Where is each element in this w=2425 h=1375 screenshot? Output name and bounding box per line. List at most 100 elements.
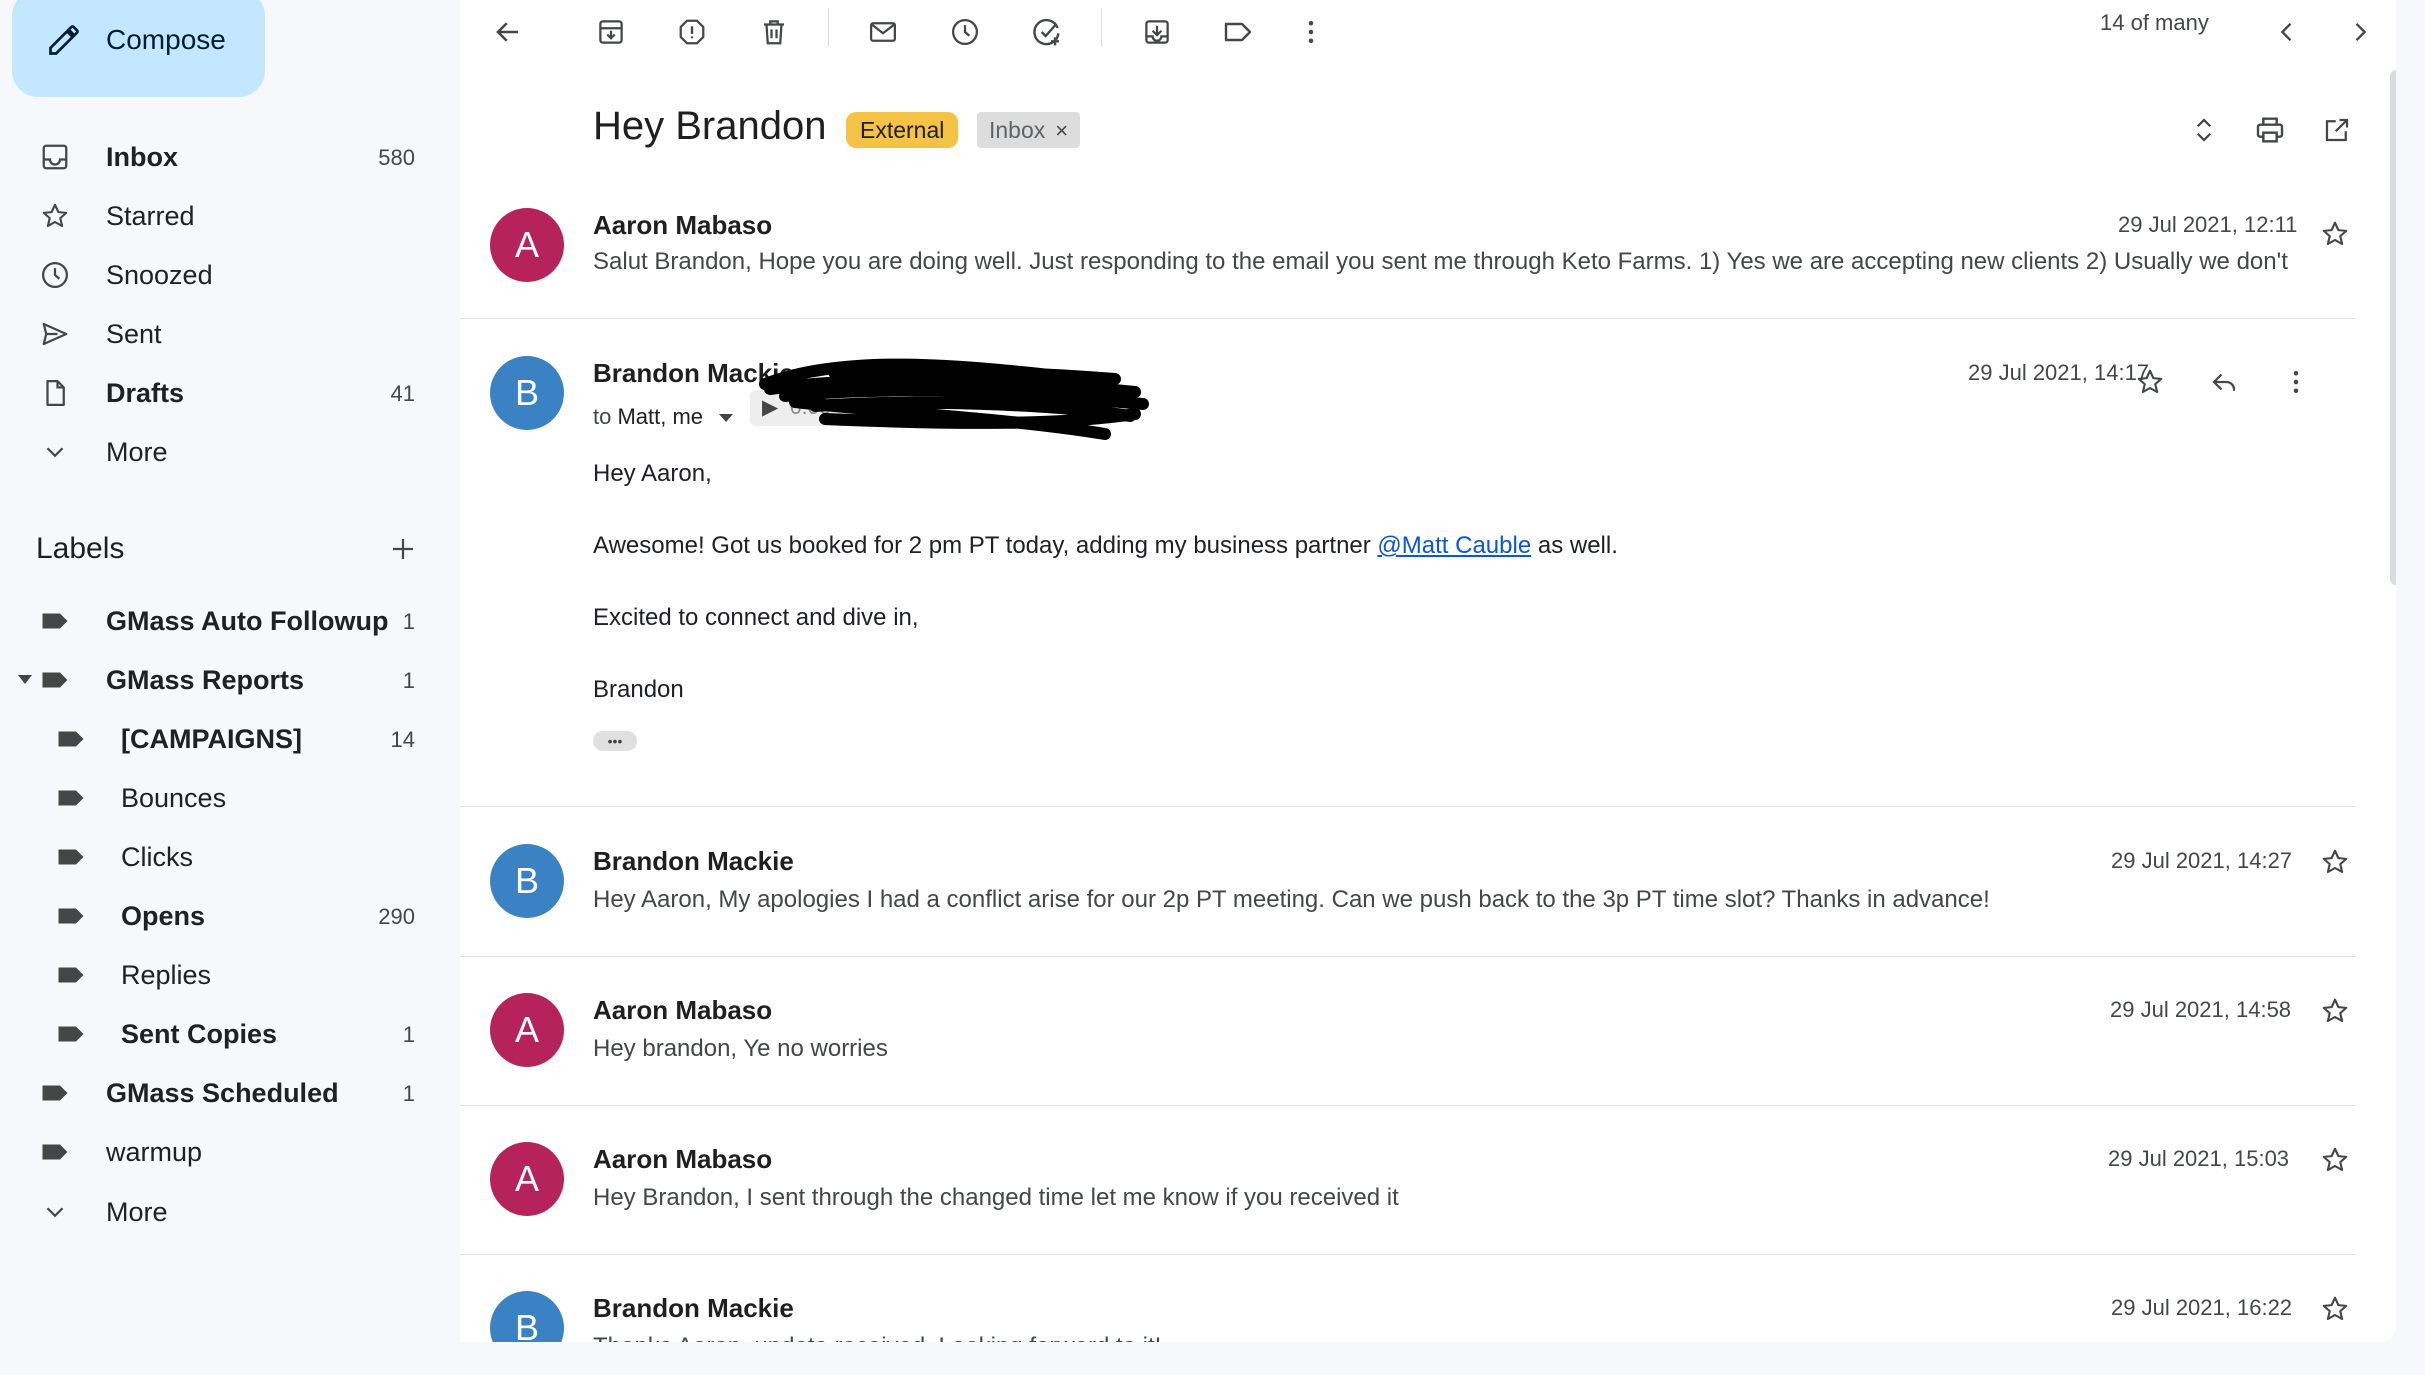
- label-icon: [56, 724, 86, 754]
- more-vert-icon[interactable]: [1287, 8, 1335, 56]
- message-date: 29 Jul 2021, 16:22: [2111, 1295, 2293, 1320]
- message-collapsed[interactable]: A Aaron Mabaso 29 Jul 2021, 14:58 Hey br…: [460, 985, 2356, 1105]
- expand-all-icon[interactable]: [2180, 106, 2228, 154]
- label-gmass-scheduled[interactable]: GMass Scheduled 1: [0, 1066, 430, 1118]
- label-sent-copies[interactable]: Sent Copies 1: [0, 1007, 430, 1059]
- delete-icon[interactable]: [750, 8, 798, 56]
- avatar: A: [490, 1142, 564, 1216]
- star-icon[interactable]: [2311, 210, 2359, 258]
- sender-name: Aaron Mabaso: [593, 210, 773, 240]
- label-icon: [40, 1137, 70, 1167]
- body-text: Awesome! Got us booked for 2 pm PT today…: [593, 532, 1378, 559]
- inbox-icon: [40, 142, 70, 172]
- labels-heading: Labels: [36, 532, 125, 565]
- message-collapsed[interactable]: A Aaron Mabaso 29 Jul 2021, 15:03 Hey Br…: [460, 1134, 2356, 1254]
- toolbar-divider: [828, 8, 829, 46]
- toolbar-divider: [1101, 8, 1102, 46]
- print-icon[interactable]: [2246, 106, 2294, 154]
- label-count: 1: [402, 1022, 415, 1047]
- sidebar-item-drafts[interactable]: Drafts 41: [0, 366, 430, 418]
- recipients: Matt, me: [617, 404, 704, 429]
- star-icon[interactable]: [2311, 1285, 2356, 1333]
- sidebar-item-inbox[interactable]: Inbox 580: [0, 130, 430, 182]
- recipients-line: to Matt, me: [593, 404, 734, 430]
- redaction-scribble: [759, 358, 1149, 440]
- add-label-icon[interactable]: [388, 534, 418, 569]
- sidebar-item-label: Starred: [106, 201, 195, 231]
- avatar: A: [490, 993, 564, 1067]
- star-icon: [40, 201, 70, 231]
- label-icon: [40, 1078, 70, 1108]
- compose-button[interactable]: Compose: [12, 0, 265, 97]
- label-count: 1: [402, 609, 415, 634]
- label-as-icon[interactable]: [1214, 8, 1262, 56]
- label-bounces[interactable]: Bounces: [0, 771, 430, 823]
- labels-more[interactable]: More: [0, 1185, 430, 1237]
- to-prefix: to: [593, 404, 618, 429]
- report-spam-icon[interactable]: [668, 8, 716, 56]
- sender-name: Brandon Mackie: [593, 1293, 794, 1323]
- message-collapsed[interactable]: B Brandon Mackie 29 Jul 2021, 14:27 Hey …: [460, 836, 2356, 956]
- body-paragraph: Awesome! Got us booked for 2 pm PT today…: [593, 532, 1618, 560]
- star-icon[interactable]: [2126, 358, 2174, 406]
- message-divider: [460, 956, 2356, 957]
- caret-down-icon[interactable]: [18, 675, 32, 684]
- star-icon[interactable]: [2311, 838, 2359, 886]
- sender-name: Brandon Mackie: [593, 846, 794, 876]
- sidebar-item-more[interactable]: More: [0, 425, 430, 477]
- label-name: Sent Copies: [121, 1019, 278, 1049]
- mention-link[interactable]: @Matt Cauble: [1377, 532, 1531, 559]
- sidebar-item-label: Snoozed: [106, 260, 213, 290]
- show-trimmed-content-button[interactable]: •••: [593, 731, 637, 751]
- sidebar-item-label: Inbox: [106, 142, 178, 172]
- label-replies[interactable]: Replies: [0, 948, 430, 1000]
- body-paragraph: Excited to connect and dive in,: [593, 604, 919, 631]
- message-divider: [460, 806, 2356, 807]
- mark-unread-icon[interactable]: [859, 8, 907, 56]
- avatar: B: [490, 356, 564, 430]
- label-name: GMass Scheduled: [106, 1078, 339, 1108]
- archive-icon[interactable]: [587, 8, 635, 56]
- sidebar-item-sent[interactable]: Sent: [0, 307, 430, 359]
- message-snippet: Hey brandon, Ye no worries: [593, 1035, 888, 1062]
- sender-name: Aaron Mabaso: [593, 1144, 773, 1174]
- more-vert-icon[interactable]: [2272, 358, 2320, 406]
- label-clicks[interactable]: Clicks: [0, 830, 430, 882]
- message-date: 29 Jul 2021, 12:11: [2118, 212, 2298, 237]
- body-greeting: Hey Aaron,: [593, 460, 712, 487]
- message-snippet: Hey Brandon, I sent through the changed …: [593, 1184, 1399, 1211]
- scrollbar-thumb[interactable]: [2390, 70, 2396, 585]
- label-warmup[interactable]: warmup: [0, 1125, 430, 1177]
- open-new-window-icon[interactable]: [2313, 106, 2361, 154]
- chevron-down-icon: [40, 437, 70, 467]
- avatar: A: [490, 208, 564, 282]
- snooze-clock-icon[interactable]: [941, 8, 989, 56]
- star-icon[interactable]: [2311, 987, 2359, 1035]
- message-divider: [460, 1105, 2356, 1106]
- message-collapsed[interactable]: A Aaron Mabaso 29 Jul 2021, 12:11 Salut …: [460, 196, 2356, 320]
- avatar: B: [490, 1291, 564, 1342]
- reply-icon[interactable]: [2200, 358, 2248, 406]
- add-task-icon[interactable]: [1023, 8, 1071, 56]
- label-campaigns[interactable]: [CAMPAIGNS] 14: [0, 712, 430, 764]
- newer-chevron-icon[interactable]: [2263, 8, 2311, 56]
- move-to-icon[interactable]: [1133, 8, 1181, 56]
- compose-label: Compose: [106, 24, 226, 55]
- older-chevron-icon[interactable]: [2336, 8, 2384, 56]
- show-details-icon[interactable]: [719, 414, 734, 423]
- label-gmass-reports[interactable]: GMass Reports 1: [0, 653, 430, 705]
- remove-label-icon[interactable]: ×: [1055, 118, 1068, 143]
- star-icon[interactable]: [2311, 1136, 2359, 1184]
- sidebar: Compose Inbox 580 Starred Snoozed Sent D…: [0, 0, 460, 1375]
- label-name: Opens: [121, 901, 206, 931]
- back-arrow-icon[interactable]: [484, 8, 532, 56]
- body-signature: Brandon: [593, 676, 684, 703]
- label-gmass-auto-followup[interactable]: GMass Auto Followup 1: [0, 594, 430, 646]
- sidebar-item-label: Drafts: [106, 378, 185, 408]
- label-opens[interactable]: Opens 290: [0, 889, 430, 941]
- label-count: 1: [402, 668, 415, 693]
- message-collapsed[interactable]: B Brandon Mackie 29 Jul 2021, 16:22 Than…: [460, 1283, 2356, 1342]
- sidebar-item-starred[interactable]: Starred: [0, 189, 430, 241]
- send-icon: [40, 319, 70, 349]
- sidebar-item-snoozed[interactable]: Snoozed: [0, 248, 430, 300]
